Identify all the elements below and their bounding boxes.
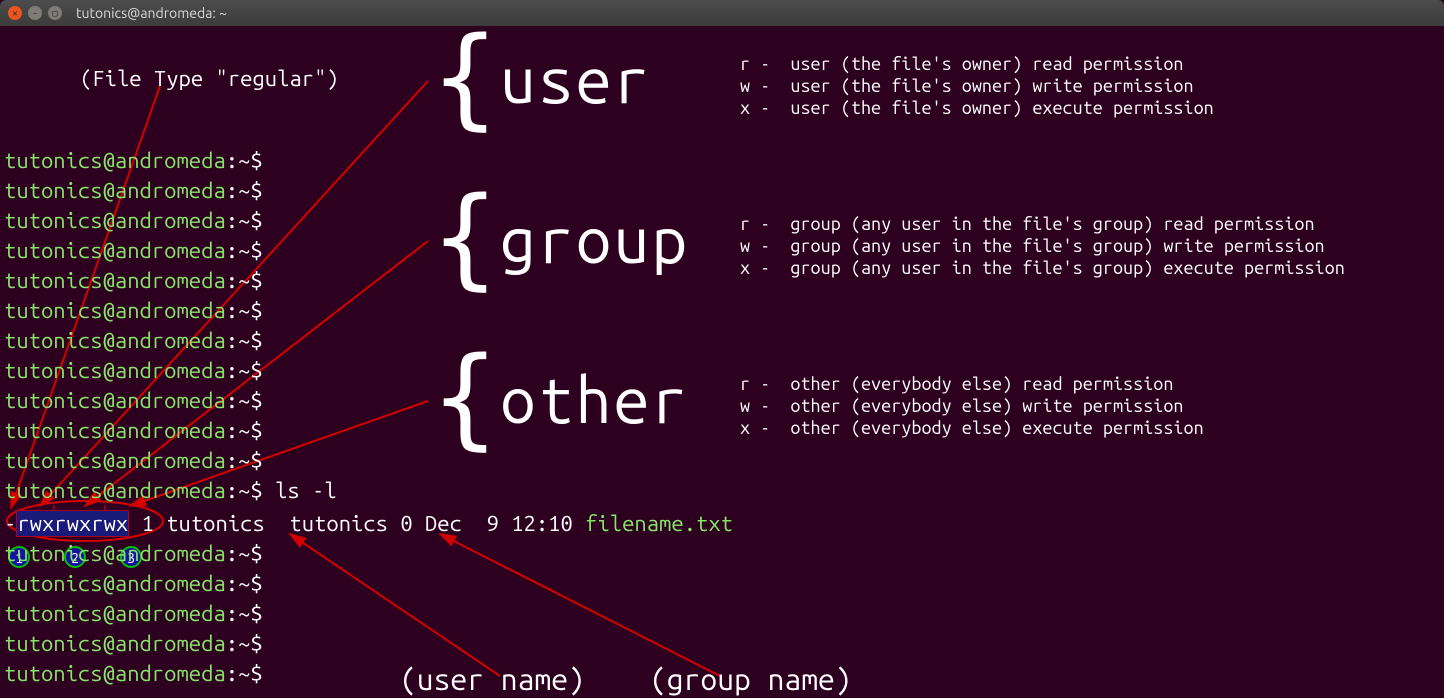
perm-user: rwx [16,510,54,537]
prompt-line: tutonics@andromeda:~$ [4,206,263,236]
label-group-name: (group name) [650,662,852,696]
legend-group-w: w - group (any user in the file's group)… [740,236,1325,256]
legend-group-r: r - group (any user in the file's group)… [740,214,1315,234]
prompt-line: tutonics@andromeda:~$ [4,326,263,356]
prompt-line: tutonics@andromeda:~$ [4,266,263,296]
window-titlebar: ✕ – ▢ tutonics@andromeda: ~ [0,0,1444,26]
prompt-line: tutonics@andromeda:~$ [4,356,263,386]
big-label-other: other [500,364,689,436]
legend-user-w: w - user (the file's owner) write permis… [740,76,1194,96]
label-user-name: (user name) [400,662,585,696]
window-title: tutonics@andromeda: ~ [76,5,227,21]
prompt-line: tutonics@andromeda:~$ [4,629,263,659]
close-icon[interactable]: ✕ [8,6,22,20]
mode-dash: - [4,511,16,536]
prompt-line: tutonics@andromeda:~$ [4,296,263,326]
command-text: ls -l [275,478,337,503]
ls-size: 0 [400,511,412,536]
prompt-line: tutonics@andromeda:~$ [4,236,263,266]
big-label-group: group [500,204,689,276]
command-line: tutonics@andromeda:~$ ls -l [4,476,337,506]
brace-user-icon: { [430,22,500,132]
legend-other-w: w - other (everybody else) write permiss… [740,396,1184,416]
ls-group: tutonics [289,511,388,536]
prompt-line: tutonics@andromeda:~$ [4,176,263,206]
ls-user: tutonics [166,511,265,536]
prompt-line: tutonics@andromeda:~$ [4,659,263,689]
prompt-line: tutonics@andromeda:~$ [4,539,263,569]
perm-group: rwx [54,510,91,537]
ls-output-line: -rwxrwxrwx 1 tutonics tutonics 0 Dec 9 1… [4,509,733,539]
brace-other-icon: { [430,342,500,452]
ls-date: Dec 9 12:10 [425,511,573,536]
prompt-line: tutonics@andromeda:~$ [4,569,263,599]
legend-group-x: x - group (any user in the file's group)… [740,258,1345,278]
file-type-note: (File Type "regular") [80,66,339,91]
prompt-line: tutonics@andromeda:~$ [4,416,263,446]
ls-links: 1 [142,511,154,536]
minimize-icon[interactable]: – [28,6,42,20]
big-label-user: user [500,44,651,116]
prompt-line: tutonics@andromeda:~$ [4,446,263,476]
prompt-line: tutonics@andromeda:~$ [4,599,263,629]
prompt-line: tutonics@andromeda:~$ [4,146,263,176]
brace-group-icon: { [430,182,500,292]
ls-filename: filename.txt [585,511,733,536]
legend-other-x: x - other (everybody else) execute permi… [740,418,1204,438]
maximize-icon[interactable]: ▢ [48,6,62,20]
perm-other: rwx [91,510,129,537]
legend-other-r: r - other (everybody else) read permissi… [740,374,1173,394]
legend-user-r: r - user (the file's owner) read permiss… [740,54,1184,74]
prompt-line: tutonics@andromeda:~$ [4,386,263,416]
terminal-area[interactable]: (File Type "regular") { user r - user (t… [0,26,1444,698]
legend-user-x: x - user (the file's owner) execute perm… [740,98,1214,118]
